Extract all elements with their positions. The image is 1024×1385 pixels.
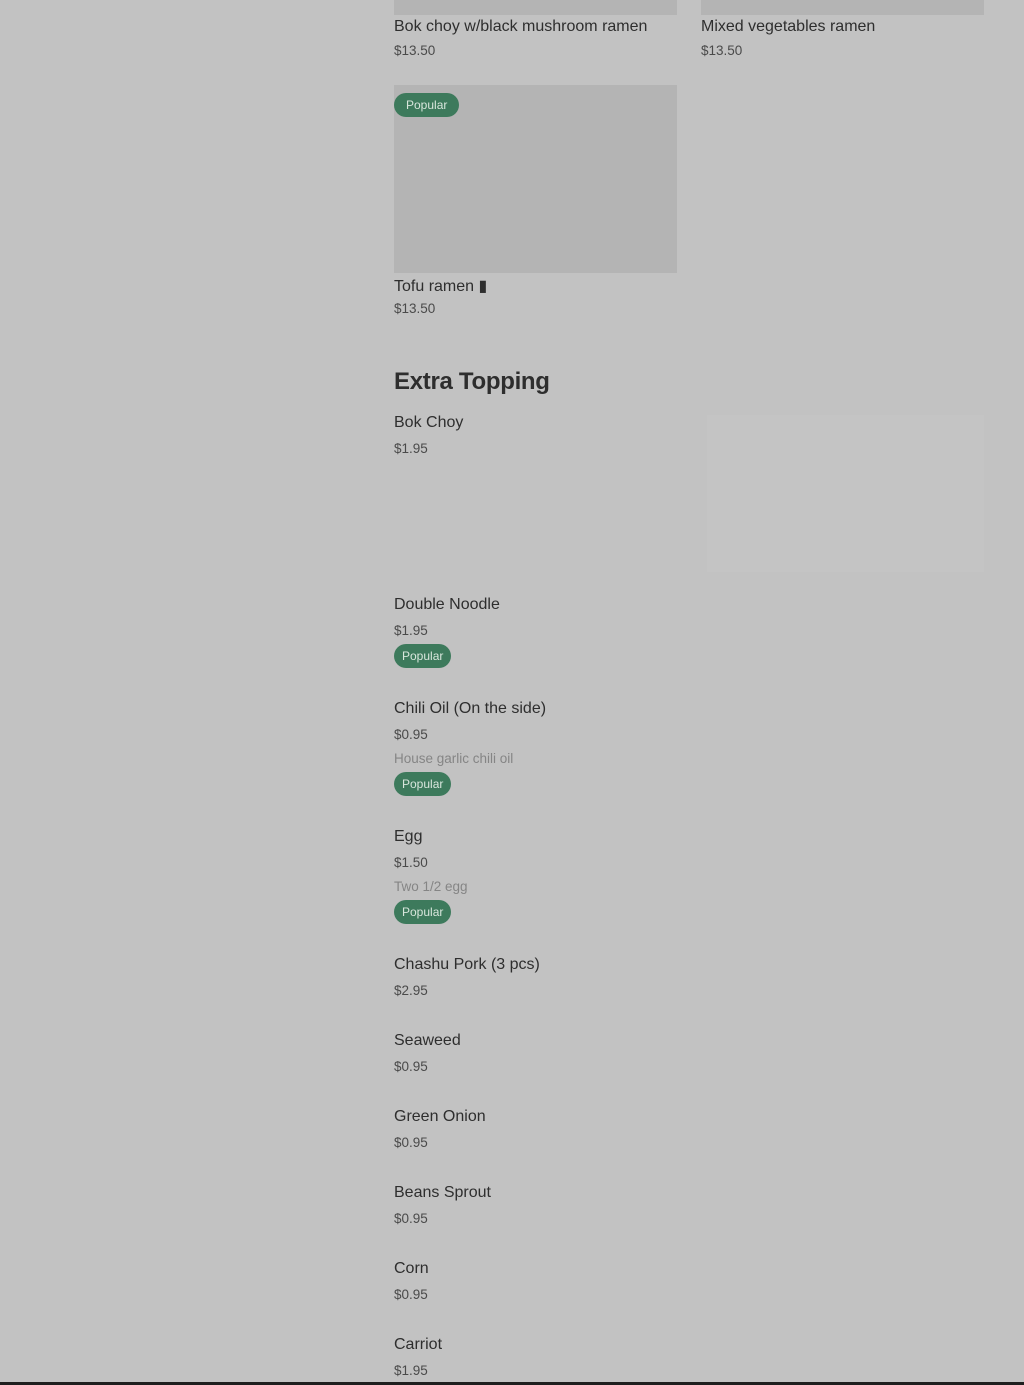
topping-item[interactable]: Double Noodle $1.95 Popular <box>394 596 984 672</box>
item-name: Chashu Pork (3 pcs) <box>394 956 540 973</box>
item-price: $0.95 <box>394 1059 428 1074</box>
item-price: $1.95 <box>394 623 428 638</box>
topping-item[interactable]: Beans Sprout $0.95 <box>394 1184 984 1234</box>
topping-item[interactable]: Corn $0.95 <box>394 1260 984 1310</box>
topping-item[interactable]: Seaweed $0.95 <box>394 1032 984 1082</box>
topping-item[interactable]: Bok Choy $1.95 <box>394 414 984 574</box>
item-price: $1.95 <box>394 1363 428 1378</box>
topping-item[interactable]: Green Onion $0.95 <box>394 1108 984 1158</box>
item-price: $0.95 <box>394 727 428 742</box>
topping-item[interactable]: Chashu Pork (3 pcs) $2.95 <box>394 956 984 1006</box>
section-title: Extra Topping <box>394 368 550 395</box>
popular-badge: Popular <box>394 644 452 668</box>
item-name: Tofu ramen ▮ <box>394 278 488 295</box>
item-price: $13.50 <box>394 43 436 58</box>
item-price: $2.95 <box>394 983 428 998</box>
popular-badge: Popular <box>394 772 452 796</box>
item-price: $13.50 <box>701 43 743 58</box>
topping-item[interactable]: Egg $1.50 Two 1/2 egg Popular <box>394 828 984 928</box>
item-image <box>707 415 984 572</box>
menu-item-card[interactable]: Tofu ramen ▮ $13.50 <box>394 276 677 321</box>
item-name: Egg <box>394 828 423 845</box>
item-name: Seaweed <box>394 1032 461 1049</box>
item-price: $0.95 <box>394 1211 428 1226</box>
item-price: $0.95 <box>394 1287 428 1302</box>
item-name: Chili Oil (On the side) <box>394 700 547 717</box>
topping-item[interactable]: Chili Oil (On the side) $0.95 House garl… <box>394 700 984 800</box>
item-image[interactable] <box>701 0 984 15</box>
item-name: Bok choy w/black mushroom ramen <box>394 18 648 35</box>
item-name: Carriot <box>394 1336 443 1353</box>
item-price: $1.50 <box>394 855 428 870</box>
menu-item-card[interactable]: Mixed vegetables ramen $13.50 <box>701 18 984 63</box>
popular-badge: Popular <box>394 900 452 924</box>
popular-badge: Popular <box>394 93 460 117</box>
item-image[interactable] <box>394 0 677 15</box>
item-price: $1.95 <box>394 441 428 456</box>
topping-item[interactable]: Carriot $1.95 <box>394 1336 984 1382</box>
item-description: House garlic chili oil <box>394 751 514 766</box>
item-name: Beans Sprout <box>394 1184 491 1201</box>
item-name: Mixed vegetables ramen <box>701 18 876 35</box>
item-description: Two 1/2 egg <box>394 879 468 894</box>
item-name: Corn <box>394 1260 429 1277</box>
item-name: Double Noodle <box>394 596 500 613</box>
item-price: $0.95 <box>394 1135 428 1150</box>
item-price: $13.50 <box>394 301 436 316</box>
item-name: Bok Choy <box>394 414 464 431</box>
menu-item-card[interactable]: Bok choy w/black mushroom ramen $13.50 <box>394 18 684 63</box>
item-name: Green Onion <box>394 1108 486 1125</box>
